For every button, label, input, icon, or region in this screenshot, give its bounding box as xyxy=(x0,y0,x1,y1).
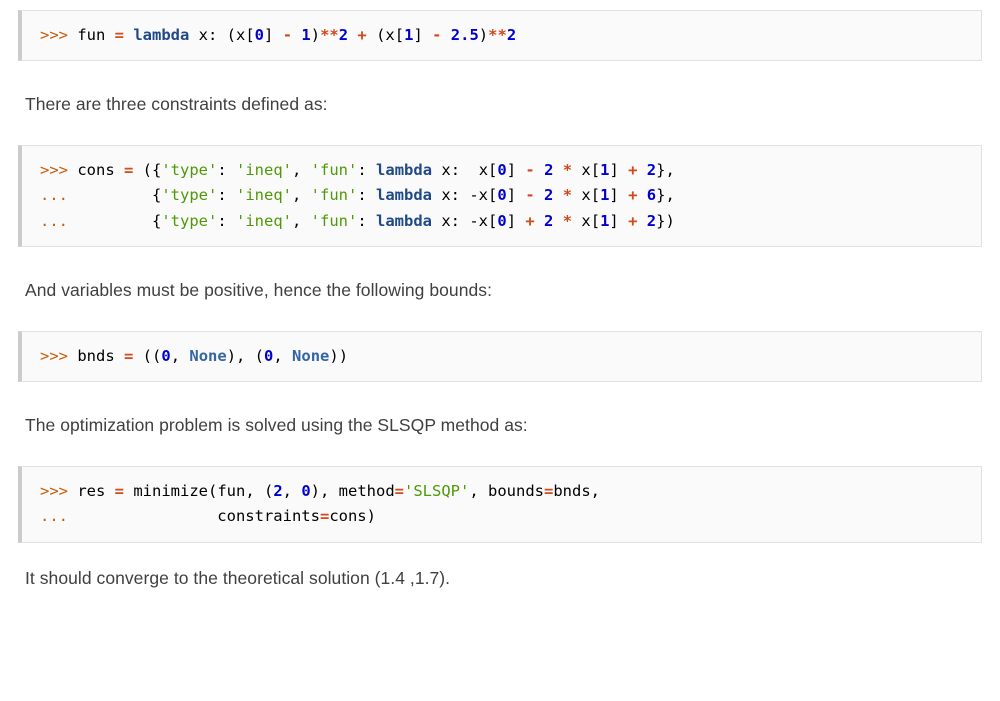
code-line: >>> fun = lambda x: (x[0] - 1)**2 + (x[1… xyxy=(40,26,517,44)
objective-function-code-block[interactable]: >>> fun = lambda x: (x[0] - 1)**2 + (x[1… xyxy=(18,10,982,62)
minimize-call-code-block[interactable]: >>> res = minimize(fun, (2, 0), method='… xyxy=(18,466,982,543)
doctest-continuation-prompt: ... xyxy=(40,186,78,205)
constraints-code-block[interactable]: >>> cons = ({'type': 'ineq', 'fun': lamb… xyxy=(18,145,982,247)
solver-intro-paragraph: The optimization problem is solved using… xyxy=(25,415,528,436)
code-line: ... constraints=cons) xyxy=(40,507,376,526)
code-line: >>> bnds = ((0, None), (0, None)) xyxy=(40,346,349,365)
doctest-prompt: >>> xyxy=(40,482,78,501)
conclusion-paragraph: It should converge to the theoretical so… xyxy=(25,567,451,588)
bounds-code-block[interactable]: >>> bnds = ((0, None), (0, None)) xyxy=(18,330,982,383)
bounds-intro-paragraph: And variables must be positive, hence th… xyxy=(25,279,492,300)
code-line: >>> res = minimize(fun, (2, 0), method='… xyxy=(40,482,601,501)
doctest-continuation-prompt: ... xyxy=(40,211,78,230)
constraints-intro-paragraph: There are three constraints defined as: xyxy=(25,94,328,115)
doctest-prompt: >>> xyxy=(40,346,78,365)
code-line: ... {'type': 'ineq', 'fun': lambda x: -x… xyxy=(40,211,675,230)
code-content[interactable]: >>> bnds = ((0, None), (0, None)) xyxy=(40,344,967,369)
code-content[interactable]: >>> res = minimize(fun, (2, 0), method='… xyxy=(40,479,967,529)
doctest-prompt: >>> xyxy=(40,26,78,44)
code-content[interactable]: >>> fun = lambda x: (x[0] - 1)**2 + (x[1… xyxy=(40,23,967,48)
doctest-continuation-prompt: ... xyxy=(40,507,78,526)
code-content[interactable]: >>> cons = ({'type': 'ineq', 'fun': lamb… xyxy=(40,158,967,233)
doctest-prompt: >>> xyxy=(40,161,78,180)
code-line: >>> cons = ({'type': 'ineq', 'fun': lamb… xyxy=(40,161,675,180)
document-page: >>> fun = lambda x: (x[0] - 1)**2 + (x[1… xyxy=(0,10,1000,701)
code-line: ... {'type': 'ineq', 'fun': lambda x: -x… xyxy=(40,186,675,205)
